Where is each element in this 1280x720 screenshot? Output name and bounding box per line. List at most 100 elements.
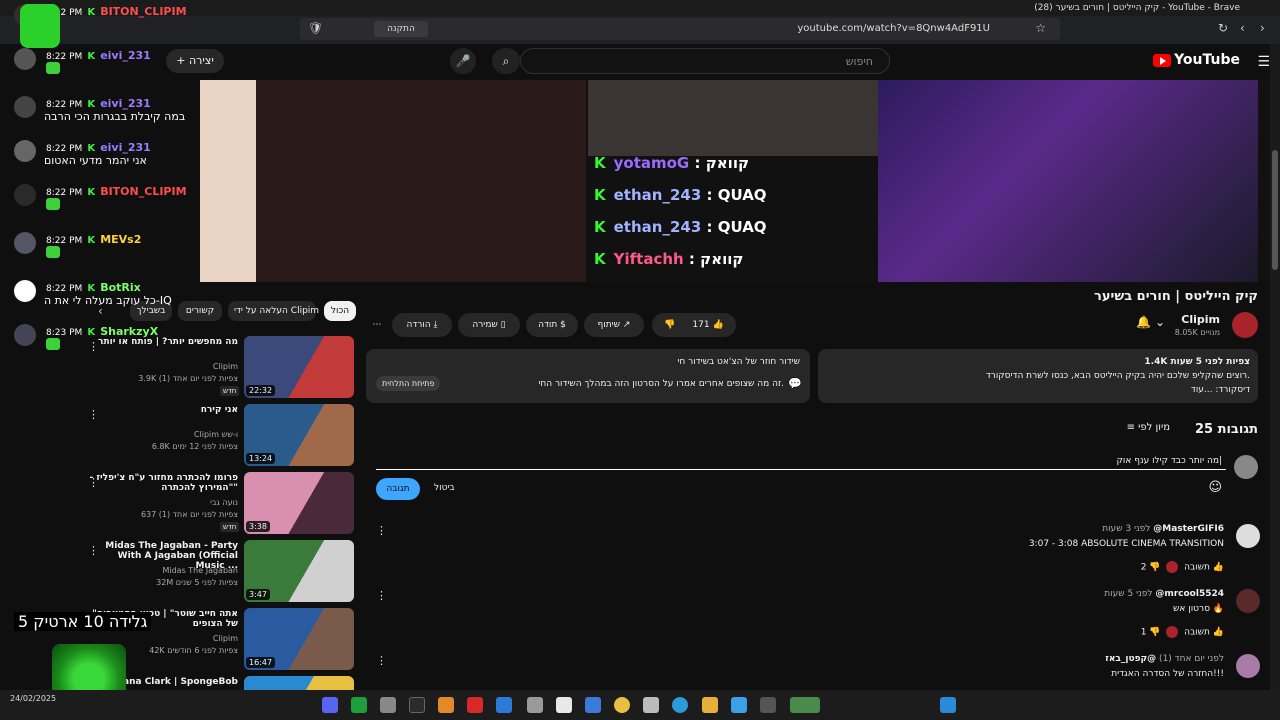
- chip-all[interactable]: הכול: [324, 301, 356, 321]
- description-more[interactable]: דיסקורד: ...עוד: [1191, 385, 1250, 395]
- related-video-thumbnail[interactable]: 3:47: [244, 540, 354, 602]
- youtube-logo[interactable]: YouTube: [1153, 52, 1240, 68]
- discord-icon[interactable]: [322, 697, 338, 713]
- brave-icon[interactable]: [438, 697, 454, 713]
- related-video-title[interactable]: פרומו להכתרה מחזור ע"ח צ'יפליז - "המירוץ…: [88, 473, 238, 493]
- open-chat-replay-button[interactable]: פתיחת התלחית: [376, 376, 441, 391]
- chip-uploads[interactable]: העלאה על ידי Clipim: [228, 301, 319, 321]
- game-icon[interactable]: [790, 697, 820, 713]
- description-box[interactable]: 1.4K צפיות לפני 5 שעות רוצים שהקליפ שלכם…: [818, 349, 1258, 403]
- chat-emote-icon: [46, 246, 60, 258]
- alert-mascot-icon: [20, 4, 60, 48]
- kick-badge-icon: K: [87, 99, 96, 110]
- chat-message: קוואק: [705, 154, 750, 172]
- back-icon[interactable]: ‹: [1240, 21, 1245, 35]
- cancel-comment-button[interactable]: ביטול: [434, 483, 455, 493]
- comments-count: 25 תגובות: [1194, 422, 1258, 437]
- comment-user[interactable]: @mrcool5524: [1155, 589, 1224, 599]
- taskbar-date: 24/02/2025: [10, 694, 57, 703]
- media-player-icon[interactable]: [351, 697, 367, 713]
- store-icon[interactable]: [585, 697, 601, 713]
- page-scrollbar[interactable]: [1270, 44, 1280, 690]
- calculator-icon[interactable]: [643, 697, 659, 713]
- related-more-icon[interactable]: ⋮: [88, 476, 99, 489]
- chat-username: Yiftachh: [613, 250, 684, 268]
- url-text[interactable]: youtube.com/watch?v=8Qnw4AdF91U: [797, 23, 990, 34]
- channel-avatar[interactable]: [1232, 312, 1258, 338]
- terminal-icon[interactable]: [409, 697, 425, 713]
- more-actions-icon[interactable]: ⋯: [366, 313, 388, 337]
- chatgpt-icon[interactable]: [556, 697, 572, 713]
- chat-username: ethan_243: [613, 218, 702, 236]
- comment-time: לפני 5 שעות: [1104, 589, 1153, 599]
- like-icon[interactable]: 👍: [712, 320, 723, 330]
- related-video-thumbnail[interactable]: 16:47: [244, 608, 354, 670]
- thanks-button[interactable]: תודה $: [526, 313, 578, 337]
- chat-line: 8:22 PM K BotRix: [46, 276, 141, 295]
- install-button[interactable]: התקנה: [374, 21, 428, 37]
- comment-actions: תשובה 👎 1 👍: [1141, 626, 1224, 638]
- chat-avatar: [14, 324, 36, 346]
- dislike-icon[interactable]: 👎: [664, 320, 675, 330]
- comment-user[interactable]: @קפטן_באז: [1105, 654, 1156, 664]
- creator-heart-icon: [1166, 626, 1179, 638]
- comment-avatar[interactable]: [1236, 654, 1260, 678]
- related-more-icon[interactable]: ⋮: [88, 408, 99, 421]
- chat-bubble-icon: 💬: [788, 377, 802, 390]
- chrome-icon[interactable]: [614, 697, 630, 713]
- comment-avatar[interactable]: [1236, 589, 1260, 613]
- app-icon-2[interactable]: [760, 697, 776, 713]
- scrollbar-thumb[interactable]: [1272, 150, 1278, 270]
- forward-icon[interactable]: ›: [1260, 21, 1265, 35]
- windows-start-icon[interactable]: [940, 697, 956, 713]
- opera-icon[interactable]: [467, 697, 483, 713]
- sort-icon: ≡: [1126, 422, 1139, 433]
- comment-dislike-icon[interactable]: 👎: [1149, 563, 1160, 573]
- search-input[interactable]: חיפוש: [520, 48, 890, 74]
- sort-button[interactable]: ≡ מיון לפי: [1127, 422, 1170, 433]
- comment-more-icon[interactable]: ⋮: [376, 524, 387, 537]
- share-button[interactable]: שיתוף ↗: [584, 313, 644, 337]
- hamburger-menu-icon[interactable]: ☰: [1257, 54, 1270, 70]
- chat-avatar: [14, 232, 36, 254]
- search-icon[interactable]: ⌕: [492, 48, 520, 74]
- submit-comment-button[interactable]: תגובה: [376, 478, 420, 500]
- app-icon[interactable]: [496, 697, 512, 713]
- edge-icon[interactable]: [672, 697, 688, 713]
- kick-badge-icon: K: [87, 283, 96, 294]
- obs-icon[interactable]: [380, 697, 396, 713]
- comment-like-icon[interactable]: 👍: [1213, 563, 1224, 573]
- comment-like-icon[interactable]: 👍: [1213, 628, 1224, 638]
- file-explorer-icon[interactable]: [702, 697, 718, 713]
- comment-dislike-icon[interactable]: 👎: [1149, 628, 1160, 638]
- comment-more-icon[interactable]: ⋮: [376, 654, 387, 667]
- chat-username: BotRix: [100, 281, 141, 294]
- subscribe-bell-icon[interactable]: 🔔 ⌄: [1136, 315, 1165, 329]
- chat-username: SharkzyX: [100, 325, 159, 338]
- related-video-thumbnail[interactable]: 3:38: [244, 472, 354, 534]
- like-dislike-group[interactable]: 👎 171 👍: [652, 313, 736, 337]
- channel-name[interactable]: Clipim: [1181, 313, 1220, 326]
- related-video-thumbnail[interactable]: 22:32: [244, 336, 354, 398]
- brave-shield-icon[interactable]: 🛡: [308, 21, 323, 35]
- save-button[interactable]: שמירה ▯: [458, 313, 520, 337]
- reload-icon[interactable]: ↻: [1218, 21, 1228, 35]
- related-video-thumbnail[interactable]: 13:24: [244, 404, 354, 466]
- comment-reply-button[interactable]: תשובה: [1184, 628, 1210, 638]
- voice-search-icon[interactable]: 🎤: [450, 48, 476, 74]
- emoji-icon[interactable]: ☺: [1208, 480, 1222, 495]
- address-bar[interactable]: 🛡 התקנה youtube.com/watch?v=8Qnw4AdF91U …: [300, 18, 1060, 40]
- chat-time: 8:22 PM: [46, 144, 83, 154]
- comment-reply-button[interactable]: תשובה: [1184, 563, 1210, 573]
- related-more-icon[interactable]: ⋮: [88, 544, 99, 557]
- comment-input[interactable]: מה יותר כבד קילו ענף אוק|: [1117, 456, 1223, 466]
- download-button[interactable]: הורדה ⤓: [392, 313, 452, 337]
- comment-user[interactable]: @MasterGIFI6: [1153, 524, 1224, 534]
- comment-avatar[interactable]: [1236, 524, 1260, 548]
- related-video-title[interactable]: אני קירח: [88, 405, 238, 415]
- bookmark-icon[interactable]: ☆: [1035, 21, 1046, 35]
- comment-more-icon[interactable]: ⋮: [376, 589, 387, 602]
- related-video-meta: 32M צפיות לפני 5 שנים: [156, 578, 238, 587]
- settings-app-icon[interactable]: [527, 697, 543, 713]
- copilot-icon[interactable]: [731, 697, 747, 713]
